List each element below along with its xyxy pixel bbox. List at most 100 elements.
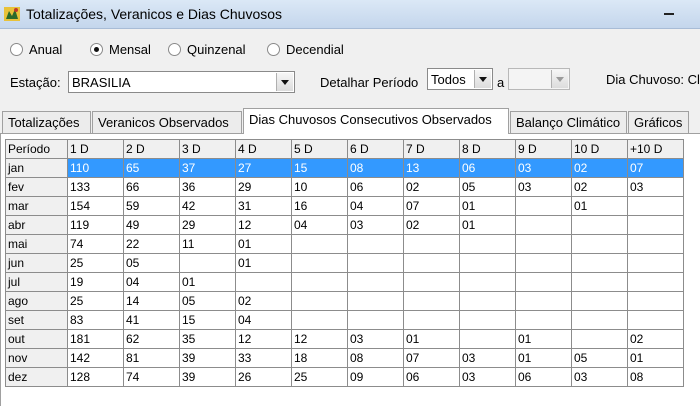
table-cell[interactable]: 04 <box>347 196 404 216</box>
table-cell[interactable] <box>235 272 292 292</box>
table-row[interactable]: jan 110 65 37 27 15 08 13 06 03 02 07 <box>5 158 684 178</box>
table-cell[interactable]: 01 <box>571 196 628 216</box>
table-cell[interactable] <box>571 234 628 254</box>
row-header[interactable]: jun <box>5 253 68 273</box>
table-cell[interactable]: 05 <box>571 348 628 368</box>
table-cell[interactable] <box>627 253 684 273</box>
table-cell[interactable] <box>403 291 460 311</box>
table-cell[interactable] <box>515 215 572 235</box>
table-cell[interactable]: 09 <box>347 367 404 387</box>
table-cell[interactable]: 03 <box>571 367 628 387</box>
table-cell[interactable]: 02 <box>403 177 460 197</box>
table-cell[interactable]: 04 <box>235 310 292 330</box>
table-cell[interactable]: 16 <box>291 196 348 216</box>
column-header[interactable]: 2 D <box>123 139 180 159</box>
tab-balanco[interactable]: Balanço Climático <box>510 111 627 133</box>
table-cell[interactable] <box>515 291 572 311</box>
table-cell[interactable]: 25 <box>291 367 348 387</box>
table-cell[interactable]: 08 <box>347 158 404 178</box>
table-cell[interactable]: 15 <box>179 310 236 330</box>
table-cell[interactable] <box>459 310 516 330</box>
radio-quinzenal[interactable]: Quinzenal <box>168 41 246 57</box>
table-row[interactable]: mai 74 22 11 01 <box>5 234 684 254</box>
row-header[interactable]: dez <box>5 367 68 387</box>
table-cell[interactable]: 02 <box>235 291 292 311</box>
table-cell[interactable] <box>403 310 460 330</box>
table-cell[interactable]: 33 <box>235 348 292 368</box>
table-cell[interactable] <box>571 310 628 330</box>
detail-to-select[interactable] <box>508 68 570 90</box>
table-cell[interactable]: 05 <box>179 291 236 311</box>
minimize-icon[interactable] <box>656 2 682 20</box>
table-cell[interactable]: 03 <box>515 177 572 197</box>
table-cell[interactable] <box>291 272 348 292</box>
table-cell[interactable]: 19 <box>67 272 124 292</box>
radio-button[interactable] <box>168 42 181 56</box>
chevron-down-icon[interactable] <box>551 70 568 88</box>
row-header[interactable]: ago <box>5 291 68 311</box>
table-cell[interactable]: 133 <box>67 177 124 197</box>
column-header[interactable]: +10 D <box>627 139 684 159</box>
data-grid[interactable]: Período 1 D2 D3 D4 D5 D6 D7 D8 D9 D 10 D +1… <box>5 139 684 387</box>
table-cell[interactable] <box>347 253 404 273</box>
table-cell[interactable] <box>459 291 516 311</box>
table-cell[interactable]: 41 <box>123 310 180 330</box>
table-cell[interactable]: 02 <box>571 177 628 197</box>
table-cell[interactable] <box>347 310 404 330</box>
table-cell[interactable]: 06 <box>403 367 460 387</box>
table-row[interactable]: mar 154 59 42 31 16 04 07 01 01 <box>5 196 684 216</box>
table-cell[interactable] <box>459 234 516 254</box>
radio-mensal[interactable]: Mensal <box>90 41 151 57</box>
column-header[interactable]: 3 D <box>179 139 236 159</box>
table-cell[interactable]: 49 <box>123 215 180 235</box>
table-cell[interactable] <box>515 272 572 292</box>
table-cell[interactable]: 65 <box>123 158 180 178</box>
table-cell[interactable]: 01 <box>235 253 292 273</box>
table-cell[interactable]: 12 <box>235 329 292 349</box>
table-cell[interactable] <box>291 310 348 330</box>
table-cell[interactable] <box>403 234 460 254</box>
table-cell[interactable]: 08 <box>627 367 684 387</box>
table-cell[interactable]: 08 <box>347 348 404 368</box>
table-cell[interactable] <box>515 234 572 254</box>
table-cell[interactable]: 01 <box>515 329 572 349</box>
chevron-down-icon[interactable] <box>276 73 293 91</box>
column-header[interactable]: 1 D <box>67 139 124 159</box>
tab-graficos[interactable]: Gráficos <box>628 111 689 133</box>
table-cell[interactable] <box>403 253 460 273</box>
table-cell[interactable]: 181 <box>67 329 124 349</box>
table-cell[interactable]: 07 <box>627 158 684 178</box>
table-cell[interactable] <box>571 291 628 311</box>
table-cell[interactable]: 01 <box>179 272 236 292</box>
column-header[interactable]: Período <box>5 139 68 159</box>
table-cell[interactable]: 05 <box>459 177 516 197</box>
table-cell[interactable]: 142 <box>67 348 124 368</box>
table-cell[interactable]: 02 <box>403 215 460 235</box>
table-cell[interactable] <box>291 291 348 311</box>
table-cell[interactable]: 36 <box>179 177 236 197</box>
table-cell[interactable] <box>459 272 516 292</box>
row-header[interactable]: abr <box>5 215 68 235</box>
table-cell[interactable] <box>627 310 684 330</box>
radio-button[interactable] <box>10 42 23 56</box>
table-cell[interactable]: 74 <box>123 367 180 387</box>
table-cell[interactable]: 74 <box>67 234 124 254</box>
table-cell[interactable]: 06 <box>347 177 404 197</box>
table-cell[interactable] <box>515 253 572 273</box>
table-row[interactable]: set 83 41 15 04 <box>5 310 684 330</box>
table-cell[interactable]: 29 <box>235 177 292 197</box>
table-cell[interactable]: 25 <box>67 253 124 273</box>
table-cell[interactable]: 13 <box>403 158 460 178</box>
table-cell[interactable]: 01 <box>627 348 684 368</box>
table-cell[interactable]: 03 <box>459 367 516 387</box>
column-header[interactable]: 8 D <box>459 139 516 159</box>
table-cell[interactable]: 14 <box>123 291 180 311</box>
table-cell[interactable]: 39 <box>179 348 236 368</box>
table-row[interactable]: jun 25 05 01 <box>5 253 684 273</box>
table-cell[interactable] <box>459 253 516 273</box>
chevron-down-icon[interactable] <box>474 70 491 88</box>
table-cell[interactable]: 05 <box>123 253 180 273</box>
table-cell[interactable]: 66 <box>123 177 180 197</box>
tab-totalizacoes[interactable]: Totalizações <box>2 111 91 133</box>
table-cell[interactable] <box>627 272 684 292</box>
